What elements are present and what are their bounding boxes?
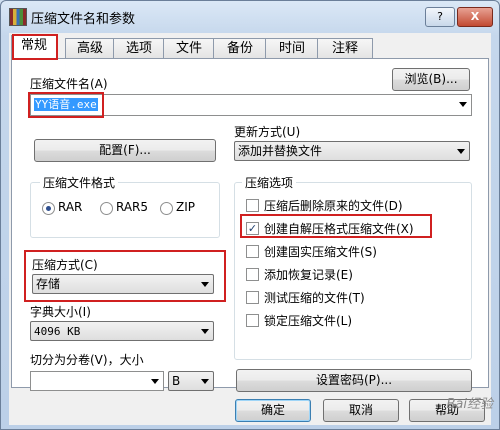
- tab-comment[interactable]: 注释: [317, 38, 373, 59]
- compression-method-value: 存储: [36, 277, 61, 291]
- update-mode-select[interactable]: 添加并替换文件: [234, 141, 470, 161]
- archive-name-label: 压缩文件名(A): [30, 77, 108, 91]
- chevron-down-icon[interactable]: [459, 102, 467, 107]
- split-unit-value: B: [172, 374, 181, 388]
- format-rar-label: RAR: [58, 200, 83, 214]
- title-bar: 压缩文件名和参数 ? X: [1, 1, 499, 31]
- dictionary-size-value: 4096 KB: [34, 325, 81, 338]
- ok-button[interactable]: 确定: [235, 399, 311, 422]
- compression-method-select[interactable]: 存储: [32, 274, 214, 294]
- tab-options[interactable]: 选项: [113, 38, 165, 59]
- test-files-label: 测试压缩的文件(T): [264, 291, 365, 305]
- delete-after-checkbox[interactable]: [246, 199, 259, 212]
- lock-archive-checkbox[interactable]: [246, 314, 259, 327]
- cancel-button[interactable]: 取消: [323, 399, 399, 422]
- profiles-button[interactable]: 配置(F)...: [34, 139, 216, 162]
- tab-backup[interactable]: 备份: [213, 38, 267, 59]
- highlight-tab-general: [12, 34, 58, 60]
- recovery-record-checkbox[interactable]: [246, 268, 259, 281]
- tab-files[interactable]: 文件: [163, 38, 215, 59]
- browse-button[interactable]: 浏览(B)...: [392, 68, 470, 91]
- format-zip-label: ZIP: [176, 200, 195, 214]
- chevron-down-icon[interactable]: [151, 379, 159, 384]
- format-rar5-radio[interactable]: [100, 202, 113, 215]
- dialog-client: 常规 高级 选项 文件 备份 时间 注释 压缩文件名(A) 浏览(B)... Y…: [9, 33, 491, 425]
- compression-method-label: 压缩方式(C): [32, 258, 98, 272]
- test-files-checkbox[interactable]: [246, 291, 259, 304]
- solid-archive-label: 创建固实压缩文件(S): [264, 245, 377, 259]
- dialog-title: 压缩文件名和参数: [31, 12, 136, 27]
- highlight-archive-name: [28, 92, 104, 118]
- lock-archive-label: 锁定压缩文件(L): [264, 314, 353, 328]
- dictionary-size-select[interactable]: 4096 KB: [30, 321, 214, 341]
- delete-after-label: 压缩后删除原来的文件(D): [264, 199, 403, 213]
- archiving-options-label: 压缩选项: [242, 174, 297, 191]
- help-title-button[interactable]: ?: [425, 7, 455, 27]
- recovery-record-label: 添加恢复记录(E): [264, 268, 353, 282]
- tab-panel-general: 压缩文件名(A) 浏览(B)... YY语音.exe 更新方式(U) 添加并替换…: [11, 58, 489, 392]
- chevron-down-icon[interactable]: [201, 329, 209, 334]
- format-rar5-label: RAR5: [116, 200, 149, 214]
- update-mode-label: 更新方式(U): [234, 125, 301, 139]
- format-rar-radio[interactable]: [42, 202, 55, 215]
- winrar-icon: [9, 8, 27, 26]
- tab-advanced[interactable]: 高级: [65, 38, 115, 59]
- chevron-down-icon[interactable]: [201, 282, 209, 287]
- split-unit-select[interactable]: B: [168, 371, 214, 391]
- watermark-logo: Bai经验: [446, 397, 494, 412]
- set-password-button[interactable]: 设置密码(P)...: [236, 369, 472, 392]
- split-volumes-label: 切分为分卷(V)，大小: [30, 353, 144, 367]
- chevron-down-icon[interactable]: [201, 379, 209, 384]
- solid-archive-checkbox[interactable]: [246, 245, 259, 258]
- close-button[interactable]: X: [457, 7, 493, 27]
- tab-time[interactable]: 时间: [265, 38, 319, 59]
- dialog-window: 压缩文件名和参数 ? X 常规 高级 选项 文件 备份 时间 注释 压缩文件名(…: [0, 0, 500, 430]
- highlight-create-sfx: [240, 214, 432, 238]
- update-mode-value: 添加并替换文件: [238, 144, 323, 158]
- archive-format-label: 压缩文件格式: [40, 174, 119, 191]
- split-size-input[interactable]: [30, 371, 164, 391]
- format-zip-radio[interactable]: [160, 202, 173, 215]
- chevron-down-icon[interactable]: [457, 149, 465, 154]
- dictionary-size-label: 字典大小(I): [30, 305, 91, 319]
